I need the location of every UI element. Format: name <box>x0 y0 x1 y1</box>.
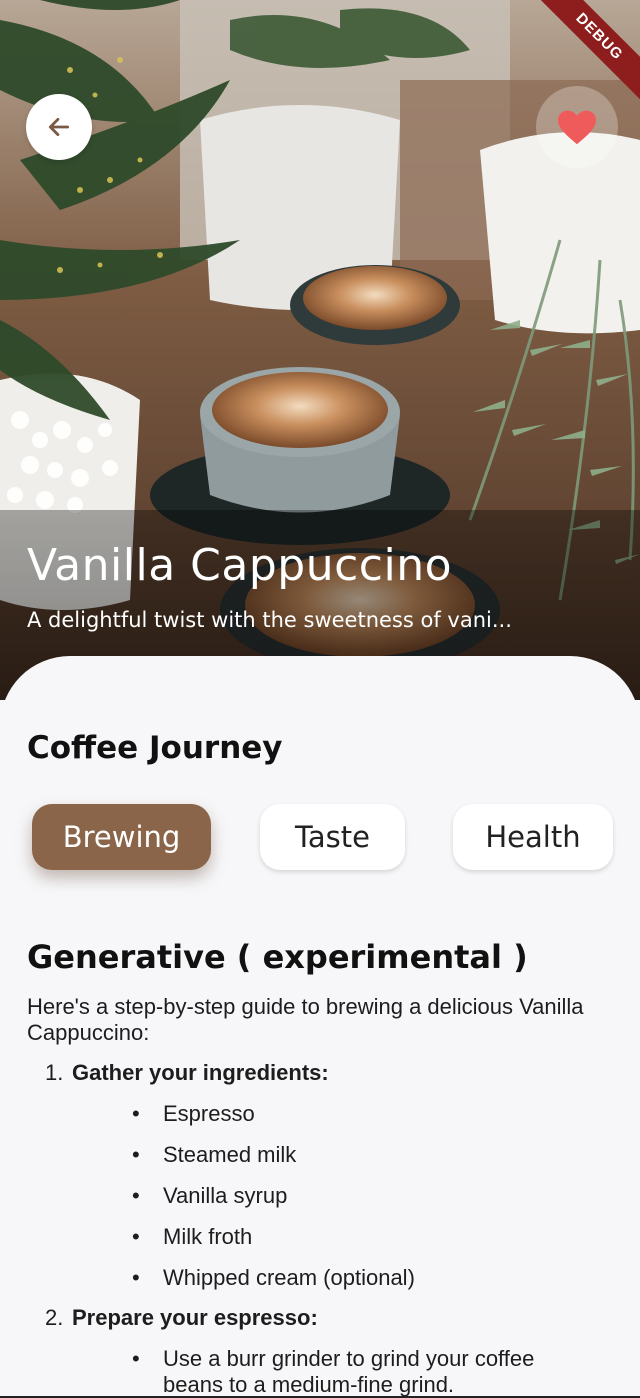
tab-brewing-label: Brewing <box>62 820 181 854</box>
list-item-text: Steamed milk <box>163 1142 297 1167</box>
tab-taste-label: Taste <box>294 820 370 854</box>
step-title: Prepare your espresso: <box>72 1305 318 1330</box>
list-item: • Milk froth <box>72 1224 587 1250</box>
bullet-icon: • <box>132 1142 140 1167</box>
tab-health[interactable]: Health <box>453 804 613 870</box>
step-number: 2. <box>45 1305 64 1330</box>
tab-taste[interactable]: Taste <box>260 804 405 870</box>
list-item-text: Vanilla syrup <box>163 1183 288 1208</box>
step-title: Gather your ingredients: <box>72 1060 329 1085</box>
bullet-icon: • <box>132 1346 140 1371</box>
hero-image: DEBUG Vanilla Cappuccino A delightful tw… <box>0 0 640 700</box>
list-item: • Steamed milk <box>72 1142 587 1168</box>
brewing-guide: Here's a step-by-step guide to brewing a… <box>27 994 587 1398</box>
list-item: • Use a burr grinder to grind your coffee… <box>72 1346 587 1398</box>
arrow-left-icon <box>48 118 70 136</box>
tab-health-label: Health <box>485 820 581 854</box>
bullet-icon: • <box>132 1224 140 1249</box>
bullet-icon: • <box>132 1101 140 1126</box>
list-item-text: Whipped cream (optional) <box>163 1265 415 1290</box>
page-title: Vanilla Cappuccino <box>27 540 453 591</box>
bullet-icon: • <box>132 1183 140 1208</box>
step-number: 1. <box>45 1060 64 1085</box>
ingredient-list: • Espresso • Steamed milk • Vanilla syrup •… <box>72 1101 587 1291</box>
generative-title: Generative ( experimental ) <box>27 938 528 976</box>
favorite-button[interactable] <box>536 86 618 168</box>
list-item-text: Use a burr grinder to grind your coffee … <box>163 1346 535 1397</box>
list-item-text: Espresso <box>163 1101 255 1126</box>
guide-intro: Here's a step-by-step guide to brewing a… <box>27 994 584 1045</box>
instruction-list: • Use a burr grinder to grind your coffee… <box>72 1346 587 1398</box>
list-item-text: Milk froth <box>163 1224 253 1249</box>
coffee-journey-title: Coffee Journey <box>27 730 283 766</box>
list-item: • Whipped cream (optional) <box>72 1265 587 1291</box>
heart-icon <box>558 110 596 145</box>
bullet-icon: • <box>132 1265 140 1290</box>
back-button[interactable] <box>26 94 92 160</box>
step-item: 1. Gather your ingredients: • Espresso • S… <box>27 1060 587 1291</box>
content-sheet: Coffee Journey Brewing Taste Health Gene… <box>0 656 640 1398</box>
page-subtitle: A delightful twist with the sweetness of… <box>27 608 512 632</box>
list-item: • Espresso <box>72 1101 587 1127</box>
tab-brewing[interactable]: Brewing <box>32 804 211 870</box>
step-item: 2. Prepare your espresso: • Use a burr gr… <box>27 1305 587 1398</box>
list-item: • Vanilla syrup <box>72 1183 587 1209</box>
